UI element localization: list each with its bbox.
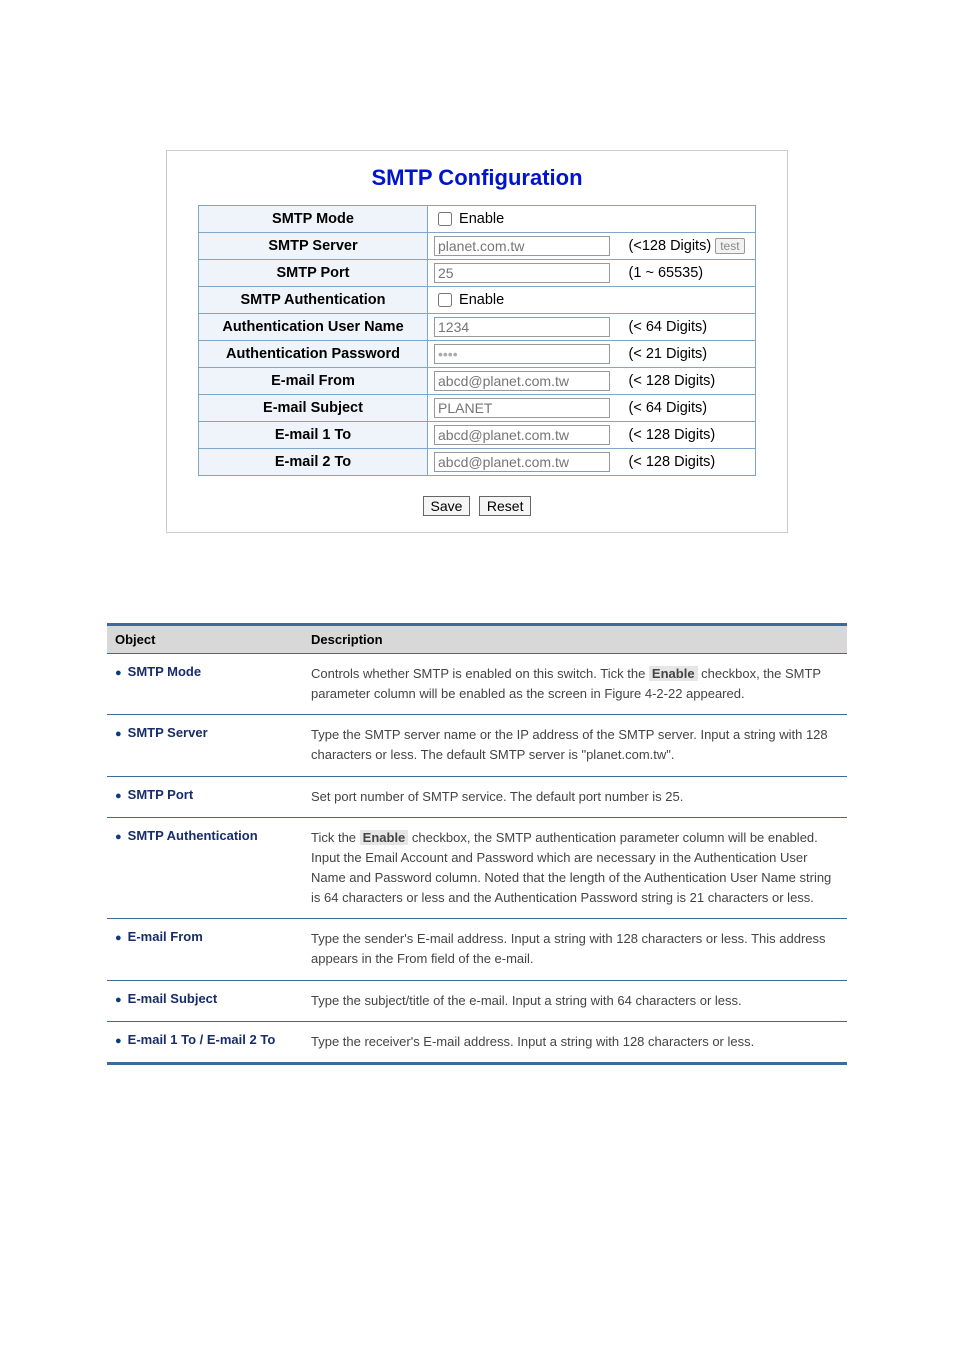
reset-button[interactable]: Reset [479, 496, 532, 516]
label-email-from: E-mail From [199, 368, 428, 395]
desc-row-object: ●E-mail From [107, 919, 303, 980]
desc-row-object: ●SMTP Authentication [107, 817, 303, 919]
save-button[interactable]: Save [423, 496, 471, 516]
email-from-hint: (< 128 Digits) [629, 373, 716, 389]
smtp-config-table: SMTP Mode Enable SMTP Server (<128 Digit… [198, 205, 756, 476]
desc-row-object: ●SMTP Server [107, 715, 303, 776]
test-button[interactable]: test [715, 238, 744, 254]
panel-title: SMTP Configuration [167, 151, 787, 205]
label-email2: E-mail 2 To [199, 449, 428, 476]
smtp-auth-checkbox-label: Enable [459, 292, 504, 308]
smtp-mode-checkbox-label: Enable [459, 211, 504, 227]
smtp-server-input[interactable] [434, 236, 610, 256]
desc-row-description: Type the subject/title of the e-mail. In… [303, 980, 847, 1021]
label-smtp-port: SMTP Port [199, 260, 428, 287]
label-smtp-server: SMTP Server [199, 233, 428, 260]
desc-row-description: Type the SMTP server name or the IP addr… [303, 715, 847, 776]
desc-row-description: Tick the Enable checkbox, the SMTP authe… [303, 817, 847, 919]
label-email1: E-mail 1 To [199, 422, 428, 449]
auth-user-hint: (< 64 Digits) [629, 319, 708, 335]
label-auth-user: Authentication User Name [199, 314, 428, 341]
label-auth-pass: Authentication Password [199, 341, 428, 368]
desc-row-description: Type the receiver's E-mail address. Inpu… [303, 1021, 847, 1063]
email2-hint: (< 128 Digits) [629, 454, 716, 470]
desc-head-object: Object [107, 625, 303, 654]
email1-hint: (< 128 Digits) [629, 427, 716, 443]
description-table: Object Description ●SMTP ModeControls wh… [107, 623, 847, 1065]
desc-row-description: Type the sender's E-mail address. Input … [303, 919, 847, 980]
email2-input[interactable] [434, 452, 610, 472]
desc-row-object: ●SMTP Port [107, 776, 303, 817]
email1-input[interactable] [434, 425, 610, 445]
desc-row-object: ●E-mail 1 To / E-mail 2 To [107, 1021, 303, 1063]
auth-pass-hint: (< 21 Digits) [629, 346, 708, 362]
smtp-mode-checkbox[interactable] [438, 212, 452, 226]
smtp-config-panel: SMTP Configuration SMTP Mode Enable SMTP… [166, 150, 788, 533]
smtp-port-hint: (1 ~ 65535) [629, 265, 704, 281]
label-smtp-mode: SMTP Mode [199, 206, 428, 233]
email-subject-input[interactable] [434, 398, 610, 418]
desc-row-object: ●SMTP Mode [107, 654, 303, 715]
label-smtp-auth: SMTP Authentication [199, 287, 428, 314]
auth-pass-input[interactable] [434, 344, 610, 364]
email-subject-hint: (< 64 Digits) [629, 400, 708, 416]
email-from-input[interactable] [434, 371, 610, 391]
desc-row-description: Controls whether SMTP is enabled on this… [303, 654, 847, 715]
smtp-auth-checkbox[interactable] [438, 293, 452, 307]
label-email-subject: E-mail Subject [199, 395, 428, 422]
desc-row-object: ●E-mail Subject [107, 980, 303, 1021]
desc-row-description: Set port number of SMTP service. The def… [303, 776, 847, 817]
smtp-port-input[interactable] [434, 263, 610, 283]
smtp-server-hint: (<128 Digits) [629, 238, 712, 254]
auth-user-input[interactable] [434, 317, 610, 337]
desc-head-description: Description [303, 625, 847, 654]
